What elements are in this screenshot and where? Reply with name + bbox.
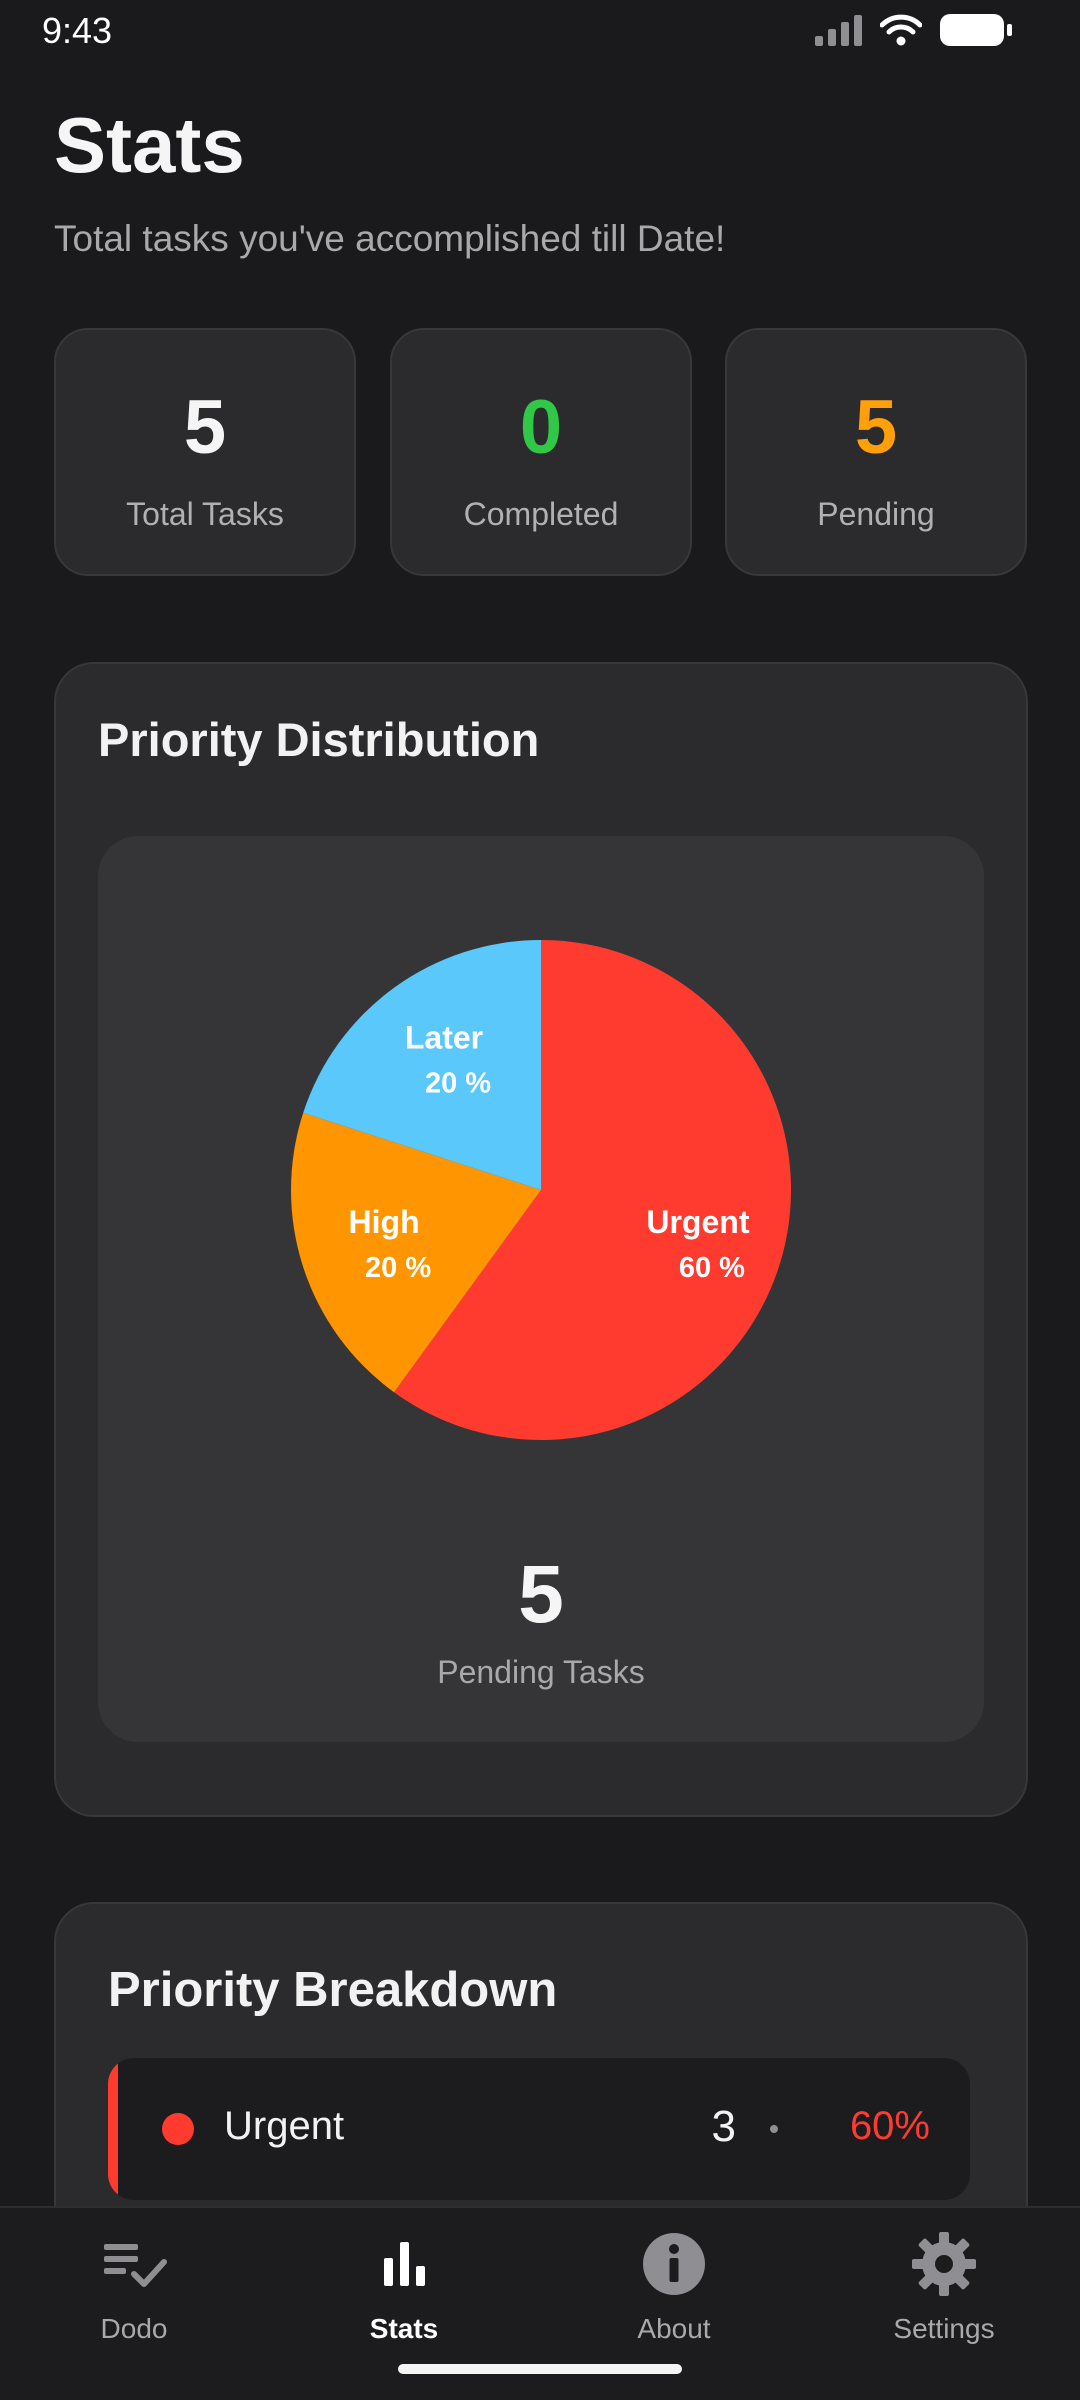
pending-tasks-value: 5 bbox=[518, 1549, 564, 1640]
stat-card-completed: 0 Completed bbox=[390, 328, 692, 576]
gear-icon bbox=[912, 2232, 976, 2296]
nav-item-about[interactable]: About bbox=[574, 2228, 774, 2348]
card-title: Priority Breakdown bbox=[108, 1963, 558, 2017]
pie-slice-label: Later bbox=[405, 1020, 483, 1056]
stat-value: 0 bbox=[519, 385, 563, 470]
separator-dot-icon bbox=[770, 2125, 778, 2133]
priority-dot-icon bbox=[162, 2113, 194, 2145]
stat-value: 5 bbox=[854, 385, 898, 470]
pie-slice-percent: 20 % bbox=[365, 1252, 431, 1284]
home-indicator bbox=[398, 2364, 682, 2374]
priority-label: Urgent bbox=[224, 2104, 345, 2148]
pie-slice-percent: 60 % bbox=[679, 1252, 745, 1284]
pending-tasks-label: Pending Tasks bbox=[437, 1654, 645, 1690]
nav-label: About bbox=[637, 2313, 711, 2344]
stat-value: 5 bbox=[183, 385, 227, 470]
nav-label: Settings bbox=[893, 2313, 995, 2344]
cellular-signal-icon bbox=[815, 14, 862, 46]
chart-container: Urgent 60 % High 20 % Later 20 % 5 Pending Ta… bbox=[98, 836, 984, 1742]
page-title: Stats bbox=[54, 101, 245, 189]
info-icon bbox=[643, 2233, 705, 2295]
stat-label: Completed bbox=[463, 496, 619, 532]
status-bar: 9:43 bbox=[0, 0, 1080, 62]
nav-item-dodo[interactable]: Dodo bbox=[34, 2228, 234, 2348]
pie-chart: Urgent 60 % High 20 % Later 20 % bbox=[291, 940, 791, 1440]
priority-distribution-card: Priority Distribution Urgent 60 % High 20 %… bbox=[54, 662, 1028, 1817]
battery-icon bbox=[940, 14, 1012, 46]
checklist-icon bbox=[104, 2244, 167, 2287]
breakdown-row-urgent[interactable]: Urgent 3 60% bbox=[108, 2058, 970, 2200]
status-time: 9:43 bbox=[42, 10, 113, 51]
nav-label: Dodo bbox=[100, 2313, 168, 2344]
stat-label: Pending bbox=[817, 496, 935, 532]
stat-label: Total Tasks bbox=[126, 496, 284, 532]
priority-count: 3 bbox=[711, 2102, 736, 2151]
stat-card-total: 5 Total Tasks bbox=[54, 328, 356, 576]
nav-item-settings[interactable]: Settings bbox=[844, 2228, 1044, 2348]
nav-item-stats[interactable]: Stats bbox=[304, 2228, 504, 2348]
status-icons bbox=[815, 14, 1012, 46]
nav-label: Stats bbox=[369, 2313, 439, 2344]
card-title: Priority Distribution bbox=[98, 713, 540, 766]
pie-slice-percent: 20 % bbox=[425, 1068, 491, 1100]
pie-slice-label: High bbox=[349, 1204, 420, 1240]
priority-accent-bar bbox=[108, 2058, 118, 2200]
stat-card-pending: 5 Pending bbox=[725, 328, 1027, 576]
page-subtitle: Total tasks you've accomplished till Dat… bbox=[54, 218, 726, 259]
bar-chart-icon bbox=[384, 2242, 425, 2286]
wifi-icon bbox=[880, 14, 922, 46]
pie-slice-label: Urgent bbox=[646, 1204, 749, 1240]
priority-percent: 60% bbox=[849, 2104, 930, 2148]
